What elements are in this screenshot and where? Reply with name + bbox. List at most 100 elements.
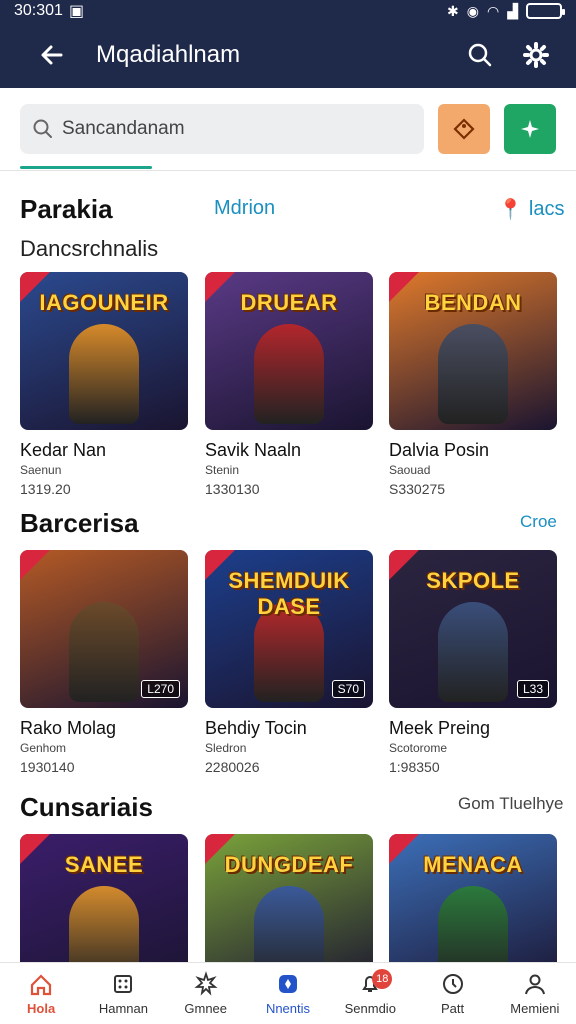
game-genre: Saenun <box>20 463 62 477</box>
section-link-center[interactable]: Mdrion <box>214 197 275 220</box>
game-thumbnail[interactable]: SHEMDUIK DASE S70 <box>205 550 373 708</box>
character-figure <box>254 324 324 424</box>
game-art-title: DRUEAR <box>240 290 338 315</box>
game-card[interactable]: IAGOUNEIR Kedar Nan Saenun 1319.20 <box>20 272 188 497</box>
thumbnail-badge: L270 <box>141 680 180 698</box>
game-genre: Genhom <box>20 741 67 755</box>
game-thumbnail[interactable]: IAGOUNEIR <box>20 272 188 430</box>
notification-badge: 18 <box>372 969 393 989</box>
nav-item-memieni[interactable]: Memieni <box>494 963 576 1024</box>
sparkle-button[interactable] <box>504 104 556 154</box>
game-art-title: SHEMDUIK DASE <box>228 568 350 619</box>
game-stat: 1330130 <box>205 481 260 497</box>
app-bar: Mqadiahlnam <box>0 22 576 88</box>
section-more-link[interactable]: Croe <box>520 512 557 532</box>
game-stat: 1319.20 <box>20 481 71 497</box>
game-genre: Stenin <box>205 463 240 477</box>
section-title: Parakia <box>20 194 113 224</box>
location-link[interactable]: 📍 lacs <box>498 197 564 222</box>
sparkle-icon <box>521 120 539 138</box>
active-tab-indicator <box>20 166 152 169</box>
bottom-navigation: Hola Hamnan Gmnee Nnentis 18 Senmdio Patt Memie… <box>0 962 576 1024</box>
alarm-icon: ◉ <box>466 2 479 19</box>
gear-icon[interactable] <box>514 33 558 77</box>
thumbnail-badge: S70 <box>331 680 365 698</box>
status-sim-icon: ▣ <box>68 3 85 20</box>
character-figure <box>438 324 508 424</box>
game-card[interactable]: L270 Rako Molag Genhom 1930140 <box>20 550 188 775</box>
nav-label: Nnentis <box>265 1001 311 1016</box>
search-field-icon <box>33 119 52 138</box>
game-art-title: DUNGDEAF <box>224 852 354 877</box>
section-title: Cunsariais <box>20 792 153 822</box>
search-icon[interactable] <box>458 33 502 77</box>
nav-label: Gmnee <box>184 1001 228 1016</box>
game-name: Kedar Nan <box>20 440 107 460</box>
game-stat: 1930140 <box>20 759 75 775</box>
nav-item-senmdio[interactable]: 18 Senmdio <box>329 963 411 1024</box>
bluetooth-icon: ✱ <box>447 2 459 19</box>
game-name: Rako Molag <box>20 718 117 738</box>
game-stat: 2280026 <box>205 759 260 775</box>
ribbon-corner <box>20 550 50 580</box>
battery-icon <box>526 3 565 19</box>
game-art-title: IAGOUNEIR <box>39 290 169 315</box>
status-time: 30:301 <box>14 2 63 19</box>
tag-filter-button[interactable] <box>438 104 490 154</box>
nav-label: Senmdio <box>344 1001 396 1016</box>
game-thumbnail[interactable]: L270 <box>20 550 188 708</box>
game-thumbnail[interactable]: SKPOLE L33 <box>389 550 557 708</box>
game-thumbnail[interactable]: BENDAN <box>389 272 557 430</box>
nav-item-patt[interactable]: Patt <box>411 963 493 1024</box>
signal-icon: ▟ <box>507 2 518 19</box>
nav-label: Hamnan <box>98 1001 148 1016</box>
game-card[interactable]: SHEMDUIK DASE S70 Behdiy Tocin Sledron 22800… <box>205 550 373 775</box>
game-genre: Sledron <box>205 741 247 755</box>
clock-icon <box>442 974 463 994</box>
character-figure <box>438 602 508 702</box>
game-card[interactable]: DRUEAR Savik Naaln Stenin 1330130 <box>205 272 373 497</box>
game-name: Savik Naaln <box>205 440 302 460</box>
game-card[interactable]: SKPOLE L33 Meek Preing Scotorome 1:98350 <box>389 550 557 775</box>
search-input[interactable]: Sancandanam <box>20 104 424 154</box>
search-placeholder: Sancandanam <box>62 118 185 139</box>
game-genre: Saouad <box>389 463 431 477</box>
section-subtitle: Dancsrchnalis <box>20 236 159 261</box>
nav-label: Memieni <box>510 1001 560 1016</box>
back-arrow-icon[interactable] <box>30 33 74 77</box>
search-row: Sancandanam <box>20 104 556 154</box>
game-thumbnail[interactable]: DRUEAR <box>205 272 373 430</box>
game-card[interactable]: BENDAN Dalvia Posin Saouad S330275 <box>389 272 557 497</box>
nav-item-hamnan[interactable]: Hamnan <box>82 963 164 1024</box>
nav-item-nnentis[interactable]: Nnentis <box>247 963 329 1024</box>
game-stat: 1:98350 <box>389 759 440 775</box>
compass-icon <box>278 975 297 993</box>
game-art-title: SANEE <box>64 852 144 877</box>
status-bar: 30:301 ▣ ✱ ◉ ◠ ▟ <box>0 0 576 22</box>
game-genre: Scotorome <box>389 741 448 755</box>
profile-icon <box>524 974 545 995</box>
game-stat: S330275 <box>389 481 446 497</box>
tag-icon <box>453 118 475 140</box>
nav-label: Hola <box>27 1001 56 1016</box>
burst-icon <box>194 971 218 996</box>
game-name: Dalvia Posin <box>389 440 490 460</box>
location-pin-icon: 📍 <box>498 199 523 221</box>
section-title: Barcerisa <box>20 508 139 538</box>
game-art-title: MENACA <box>423 852 523 877</box>
thumbnail-badge: L33 <box>516 680 549 698</box>
nav-item-hola[interactable]: Hola <box>0 963 82 1024</box>
home-icon <box>31 974 52 996</box>
character-figure <box>69 324 139 424</box>
game-art-title: BENDAN <box>424 290 522 315</box>
character-figure <box>69 602 139 702</box>
game-name: Meek Preing <box>389 718 491 738</box>
page-title: Mqadiahlnam <box>96 41 241 68</box>
location-link-label: lacs <box>528 198 565 220</box>
nav-item-gmnee[interactable]: Gmnee <box>165 963 247 1024</box>
grid-icon <box>114 975 133 993</box>
section-more-link[interactable]: Gom Tluelhye <box>458 794 564 814</box>
game-art-title: SKPOLE <box>426 568 520 593</box>
divider <box>0 170 576 171</box>
nav-label: Patt <box>440 1001 465 1016</box>
